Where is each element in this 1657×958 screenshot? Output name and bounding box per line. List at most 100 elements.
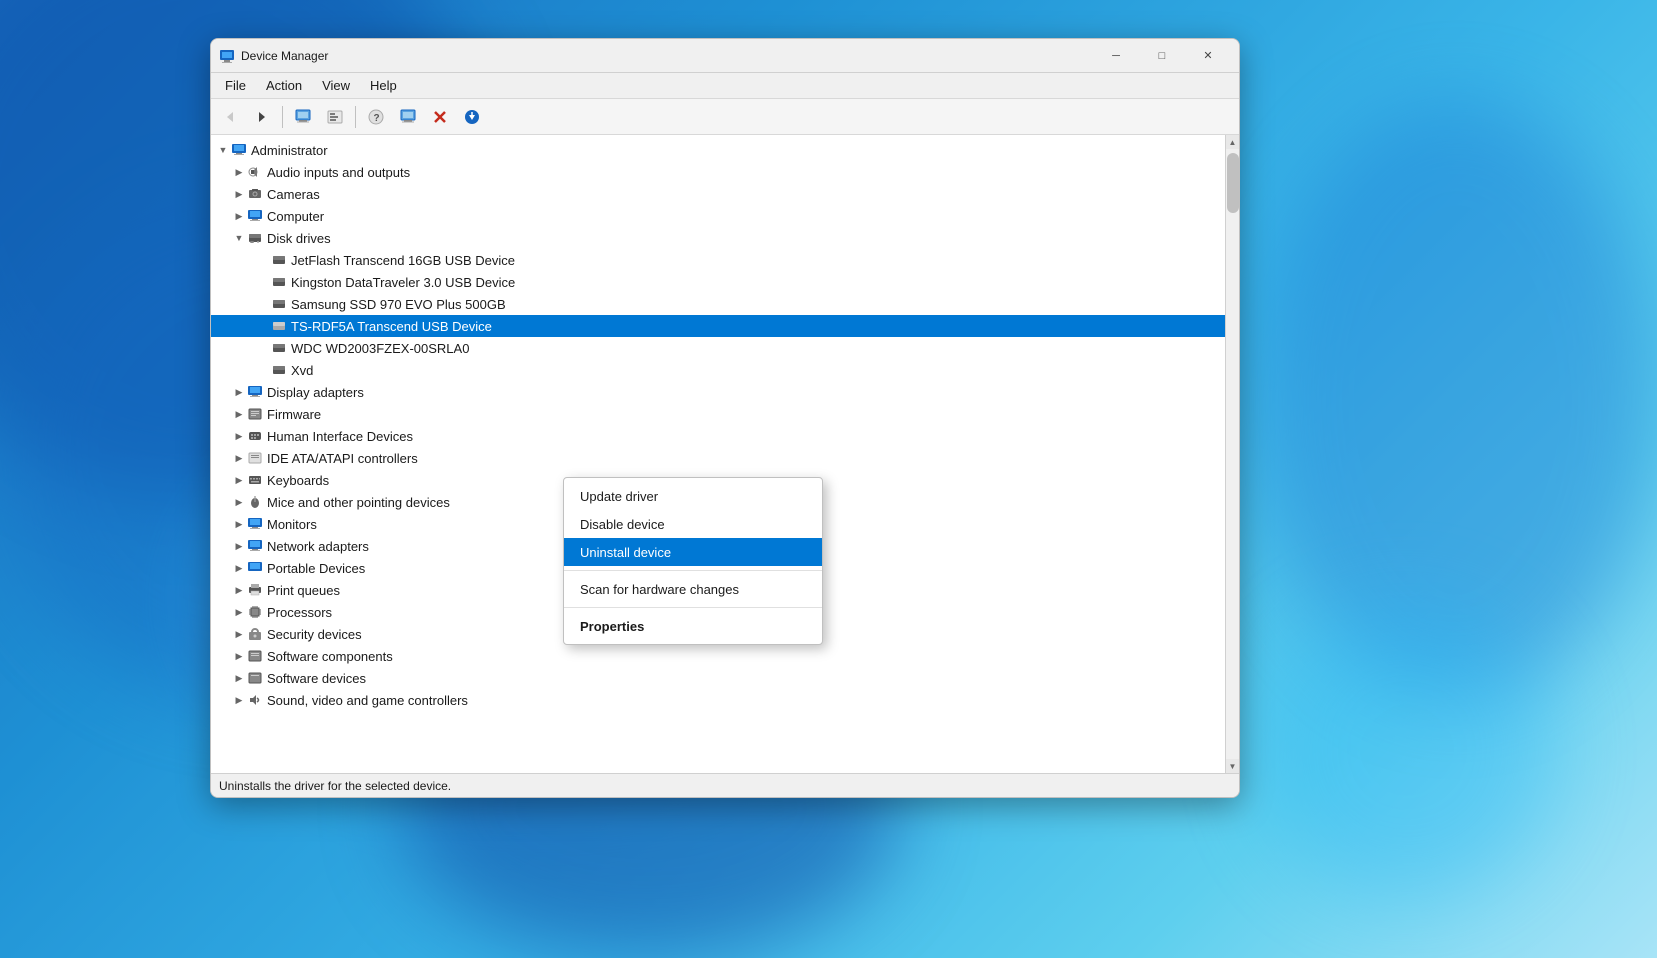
device-tree[interactable]: ▼ Administrator ▶ Audio inputs and outpu… [211,135,1225,773]
ctx-update-driver[interactable]: Update driver [564,482,822,510]
icon-audio [247,164,263,180]
expander-ide[interactable]: ▶ [231,450,247,466]
tree-item-samsung[interactable]: ▶ Samsung SSD 970 EVO Plus 500GB [211,293,1225,315]
icon-wdc [271,340,287,356]
tree-item-kingston[interactable]: ▶ Kingston DataTraveler 3.0 USB Device [211,271,1225,293]
expander-keyboards[interactable]: ▶ [231,472,247,488]
expander-cameras[interactable]: ▶ [231,186,247,202]
expander-software-components[interactable]: ▶ [231,648,247,664]
expander-security[interactable]: ▶ [231,626,247,642]
icon-keyboards [247,472,263,488]
icon-software-components [247,648,263,664]
tree-item-sound[interactable]: ▶ Sound, video and game controllers [211,689,1225,711]
scroll-down-button[interactable]: ▼ [1226,759,1240,773]
label-samsung: Samsung SSD 970 EVO Plus 500GB [291,297,506,312]
label-monitors: Monitors [267,517,317,532]
icon-firmware [247,406,263,422]
tree-item-jetflash[interactable]: ▶ JetFlash Transcend 16GB USB Device [211,249,1225,271]
tree-item-computer[interactable]: ▶ Computer [211,205,1225,227]
expander-audio[interactable]: ▶ [231,164,247,180]
label-firmware: Firmware [267,407,321,422]
title-bar: Device Manager ─ □ ✕ [211,39,1239,73]
ctx-scan-hardware[interactable]: Scan for hardware changes [564,575,822,603]
menu-action[interactable]: Action [256,76,312,95]
scrollbar[interactable]: ▲ ▼ [1225,135,1239,773]
view-type-button[interactable] [288,103,318,131]
monitor-button[interactable] [393,103,423,131]
label-wdc: WDC WD2003FZEX-00SRLA0 [291,341,469,356]
status-bar: Uninstalls the driver for the selected d… [211,773,1239,797]
expander-hid[interactable]: ▶ [231,428,247,444]
expander-computer[interactable]: ▶ [231,208,247,224]
back-button[interactable] [215,103,245,131]
expander-network[interactable]: ▶ [231,538,247,554]
icon-administrator [231,142,247,158]
tree-item-cameras[interactable]: ▶ Cameras [211,183,1225,205]
icon-ts-rdf5a [271,318,287,334]
menu-view[interactable]: View [312,76,360,95]
icon-display [247,384,263,400]
tree-item-wdc[interactable]: ▶ WDC WD2003FZEX-00SRLA0 [211,337,1225,359]
tree-item-ide[interactable]: ▶ IDE ATA/ATAPI controllers [211,447,1225,469]
expander-software-devices[interactable]: ▶ [231,670,247,686]
expander-processors[interactable]: ▶ [231,604,247,620]
tree-item-ts-rdf5a[interactable]: ▶ TS-RDF5A Transcend USB Device [211,315,1225,337]
device-manager-window: Device Manager ─ □ ✕ File Action View He… [210,38,1240,798]
icon-mice [247,494,263,510]
forward-button[interactable] [247,103,277,131]
icon-processors [247,604,263,620]
icon-sound [247,692,263,708]
tree-item-firmware[interactable]: ▶ Firmware [211,403,1225,425]
status-text: Uninstalls the driver for the selected d… [219,779,451,793]
tree-item-display[interactable]: ▶ Display adapters [211,381,1225,403]
label-administrator: Administrator [251,143,328,158]
minimize-button[interactable]: ─ [1093,39,1139,73]
icon-kingston [271,274,287,290]
icon-cameras [247,186,263,202]
content-area: ▼ Administrator ▶ Audio inputs and outpu… [211,135,1239,773]
menu-help[interactable]: Help [360,76,407,95]
scroll-thumb[interactable] [1227,153,1239,213]
icon-jetflash [271,252,287,268]
label-software-components: Software components [267,649,393,664]
tree-item-software-devices[interactable]: ▶ Software devices [211,667,1225,689]
expander-print[interactable]: ▶ [231,582,247,598]
label-ide: IDE ATA/ATAPI controllers [267,451,418,466]
tree-item-hid[interactable]: ▶ Human Interface Devices [211,425,1225,447]
tree-item-software-components[interactable]: ▶ Software components [211,645,1225,667]
expander-monitors[interactable]: ▶ [231,516,247,532]
expander-firmware[interactable]: ▶ [231,406,247,422]
remove-button[interactable] [425,103,455,131]
label-print: Print queues [267,583,340,598]
tree-item-disk-drives[interactable]: ▼ Disk drives [211,227,1225,249]
expander-display[interactable]: ▶ [231,384,247,400]
label-software-devices: Software devices [267,671,366,686]
context-menu-sep-1 [564,570,822,571]
ctx-properties[interactable]: Properties [564,612,822,640]
label-keyboards: Keyboards [267,473,329,488]
label-sound: Sound, video and game controllers [267,693,468,708]
icon-hid [247,428,263,444]
view-connection-button[interactable] [320,103,350,131]
toolbar: ? [211,99,1239,135]
expander-disk-drives[interactable]: ▼ [231,230,247,246]
ctx-uninstall-device[interactable]: Uninstall device [564,538,822,566]
help-button[interactable]: ? [361,103,391,131]
expander-portable[interactable]: ▶ [231,560,247,576]
label-audio: Audio inputs and outputs [267,165,410,180]
menu-file[interactable]: File [215,76,256,95]
app-icon [219,48,235,64]
close-button[interactable]: ✕ [1185,39,1231,73]
maximize-button[interactable]: □ [1139,39,1185,73]
expander-mice[interactable]: ▶ [231,494,247,510]
tree-item-audio[interactable]: ▶ Audio inputs and outputs [211,161,1225,183]
tree-item-xvd[interactable]: ▶ Xvd [211,359,1225,381]
ctx-disable-device[interactable]: Disable device [564,510,822,538]
icon-print [247,582,263,598]
label-disk-drives: Disk drives [267,231,331,246]
scroll-up-button[interactable]: ▲ [1226,135,1240,149]
expander-sound[interactable]: ▶ [231,692,247,708]
tree-item-administrator[interactable]: ▼ Administrator [211,139,1225,161]
download-button[interactable] [457,103,487,131]
expander-administrator[interactable]: ▼ [215,142,231,158]
